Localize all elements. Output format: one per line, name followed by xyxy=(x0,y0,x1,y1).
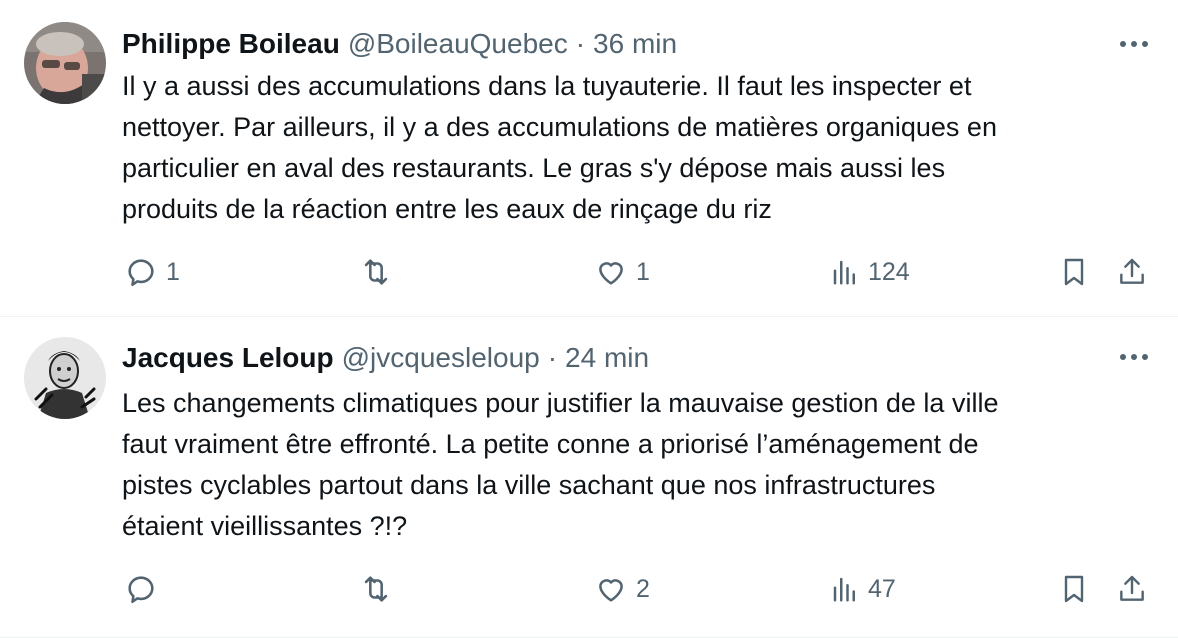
share-upload-icon xyxy=(1120,258,1144,284)
retweet-button[interactable] xyxy=(358,572,402,606)
like-button[interactable]: 2 xyxy=(594,572,650,606)
retweet-icon xyxy=(364,259,388,285)
tweet-header: Jacques Leloup @jvcquesleloup · 24 min xyxy=(122,338,1118,378)
bookmark-button[interactable] xyxy=(1058,255,1090,289)
more-options-button[interactable] xyxy=(1116,339,1152,375)
views-count: 124 xyxy=(868,257,910,286)
like-count: 2 xyxy=(636,574,650,603)
author-name[interactable]: Philippe Boileau xyxy=(122,28,340,60)
action-bar: 2 47 xyxy=(122,569,1154,609)
reply-bubble-icon xyxy=(128,259,154,287)
retweet-icon xyxy=(364,576,388,602)
views-bar-chart-icon xyxy=(833,260,855,285)
tweet[interactable]: Philippe Boileau @BoileauQuebec · 36 min… xyxy=(0,0,1178,317)
like-button[interactable]: 1 xyxy=(594,255,650,289)
tweet-text: Il y a aussi des accumulations dans la t… xyxy=(122,71,997,224)
views-bar-chart-icon xyxy=(833,577,855,602)
separator: · xyxy=(547,342,558,373)
share-upload-icon xyxy=(1120,575,1144,601)
bookmark-icon xyxy=(1064,258,1084,286)
avatar[interactable] xyxy=(24,22,106,104)
heart-icon xyxy=(599,579,623,602)
reply-button[interactable] xyxy=(124,572,166,606)
author-handle[interactable]: @jvcquesleloup xyxy=(342,342,540,374)
more-options-button[interactable] xyxy=(1116,26,1152,62)
bookmark-button[interactable] xyxy=(1058,572,1090,606)
views-count: 47 xyxy=(868,574,896,603)
tweet[interactable]: Jacques Leloup @jvcquesleloup · 24 min L… xyxy=(0,317,1178,638)
heart-icon xyxy=(599,262,623,285)
more-horizontal-icon xyxy=(1120,354,1148,360)
author-name[interactable]: Jacques Leloup xyxy=(122,342,334,374)
retweet-button[interactable] xyxy=(358,255,402,289)
reply-button[interactable]: 1 xyxy=(124,255,180,289)
tweet-header: Philippe Boileau @BoileauQuebec · 36 min xyxy=(122,24,1118,64)
views-button[interactable]: 47 xyxy=(830,574,896,604)
views-button[interactable]: 124 xyxy=(830,257,910,287)
tweet-text: Les changements climatiques pour justifi… xyxy=(122,388,999,541)
avatar[interactable] xyxy=(24,337,106,419)
timestamp[interactable]: 24 min xyxy=(565,342,649,374)
action-bar: 1 1 124 xyxy=(122,252,1154,292)
share-button[interactable] xyxy=(1116,255,1148,289)
reply-count: 1 xyxy=(166,257,180,286)
separator: · xyxy=(575,28,586,59)
reply-bubble-icon xyxy=(128,576,154,604)
more-horizontal-icon xyxy=(1120,41,1148,47)
timestamp[interactable]: 36 min xyxy=(593,28,677,60)
author-handle[interactable]: @BoileauQuebec xyxy=(348,28,568,60)
share-button[interactable] xyxy=(1116,572,1148,606)
bookmark-icon xyxy=(1064,575,1084,603)
like-count: 1 xyxy=(636,257,650,286)
